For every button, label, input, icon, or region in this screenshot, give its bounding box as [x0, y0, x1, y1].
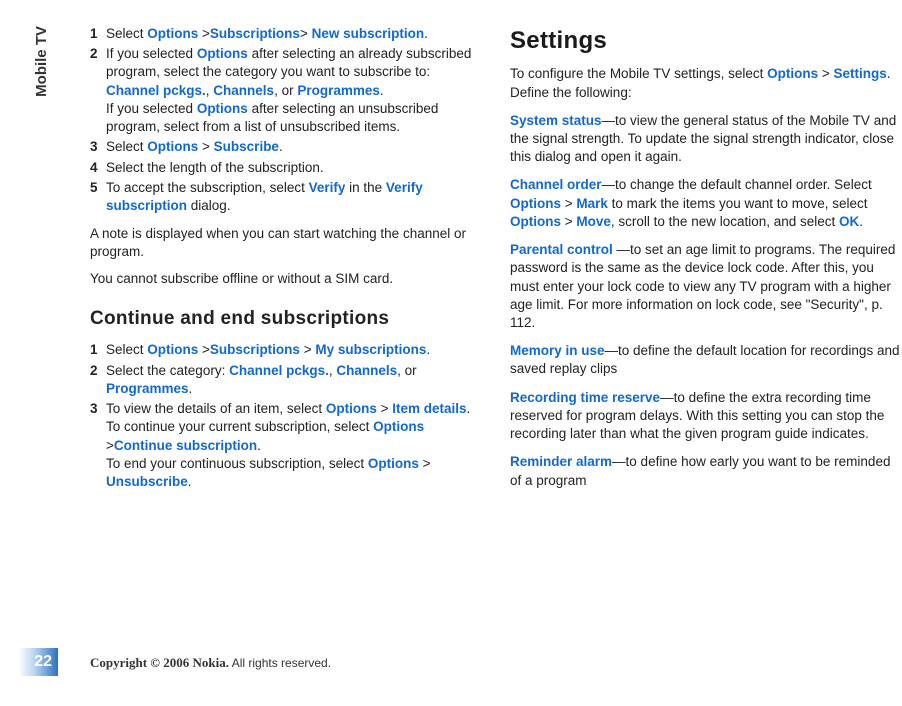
step-item: 5 To accept the subscription, select Ver…	[90, 179, 482, 215]
copyright-strong: Copyright © 2006 Nokia.	[90, 655, 229, 670]
step-item: 1 Select Options >Subscriptions> New sub…	[90, 25, 482, 43]
subheading-continue-end: Continue and end subscriptions	[90, 306, 482, 332]
page-root: Mobile TV 1 Select Options >Subscription…	[0, 0, 902, 706]
paragraph-note: A note is displayed when you can start w…	[90, 225, 482, 261]
subscription-steps-2: 1 Select Options >Subscriptions > My sub…	[90, 341, 482, 491]
page-number-box: 22	[18, 648, 58, 676]
settings-intro: To configure the Mobile TV settings, sel…	[510, 65, 902, 101]
setting-parental-control: Parental control —to set an age limit to…	[510, 241, 902, 332]
copyright-rest: All rights reserved.	[229, 656, 331, 670]
step-item: 3 To view the details of an item, select…	[90, 400, 482, 491]
column-right: Settings To configure the Mobile TV sett…	[510, 25, 902, 635]
step-item: 3 Select Options > Subscribe.	[90, 138, 482, 156]
setting-reminder-alarm: Reminder alarm—to define how early you w…	[510, 453, 902, 489]
setting-channel-order: Channel order—to change the default chan…	[510, 176, 902, 231]
setting-system-status: System status—to view the general status…	[510, 112, 902, 167]
copyright-line: Copyright © 2006 Nokia. All rights reser…	[90, 654, 331, 672]
side-tab: Mobile TV	[32, 26, 52, 97]
step-item: 2 Select the category: Channel pckgs., C…	[90, 362, 482, 398]
setting-recording-time-reserve: Recording time reserve—to define the ext…	[510, 389, 902, 444]
step-item: 2 If you selected Options after selectin…	[90, 45, 482, 136]
step-item: 4 Select the length of the subscription.	[90, 159, 482, 177]
subscription-steps-1: 1 Select Options >Subscriptions> New sub…	[90, 25, 482, 215]
paragraph-offline: You cannot subscribe offline or without …	[90, 270, 482, 288]
section-heading-settings: Settings	[510, 25, 902, 57]
column-left: 1 Select Options >Subscriptions> New sub…	[90, 25, 482, 635]
content-columns: 1 Select Options >Subscriptions> New sub…	[90, 25, 902, 635]
setting-memory-in-use: Memory in use—to define the default loca…	[510, 342, 902, 378]
step-item: 1 Select Options >Subscriptions > My sub…	[90, 341, 482, 359]
page-number: 22	[34, 651, 52, 673]
